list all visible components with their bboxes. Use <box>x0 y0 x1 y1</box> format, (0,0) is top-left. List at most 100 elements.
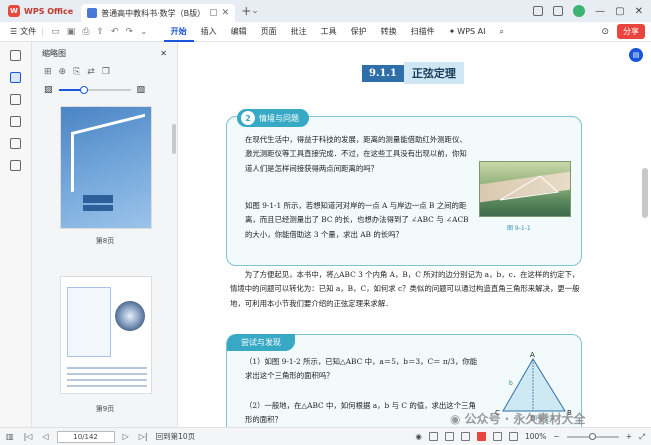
layers-icon[interactable] <box>10 160 21 171</box>
tab-convert[interactable]: 转换 <box>374 22 404 42</box>
document-tab-title: 普通高中教科书·数学（B版） <box>101 8 206 18</box>
app-name: WPS Office <box>24 6 74 16</box>
thumb-menu-icon[interactable]: ⊞ <box>44 67 52 77</box>
thumbnail-zoom-handle[interactable] <box>79 86 88 94</box>
tab-protect[interactable]: 保护 <box>344 22 374 42</box>
tab-wps-ai[interactable]: ✦ WPS AI <box>442 22 493 42</box>
extract-page-icon[interactable]: ⎘ <box>73 67 80 77</box>
section-title: 正弦定理 <box>403 62 464 84</box>
export-icon[interactable]: ⇪ <box>96 27 104 37</box>
tab-edit[interactable]: 编辑 <box>224 22 254 42</box>
open-folder-icon[interactable]: ▭ <box>51 27 60 37</box>
tab-page[interactable]: 页面 <box>254 22 284 42</box>
play-icon[interactable] <box>476 432 486 441</box>
side-b-label: b <box>509 380 513 387</box>
page-number-input[interactable]: 10/142 <box>56 430 115 443</box>
box-heading-text: 情境与问题 <box>259 113 299 123</box>
window-layout-icon[interactable] <box>533 6 544 16</box>
next-page-icon[interactable]: ▷ <box>121 432 131 441</box>
first-page-icon[interactable]: |◁ <box>22 432 35 441</box>
continuous-icon[interactable] <box>460 432 470 441</box>
thumbnail-toolbar: ⊞ ⊕ ⎘ ⇄ ❐ <box>32 65 177 79</box>
redo-icon[interactable]: ↷ <box>126 27 134 37</box>
minimize-icon[interactable]: — <box>595 6 605 17</box>
fullscreen-icon[interactable]: ⤢ <box>639 432 645 442</box>
hamburger-icon: ☰ <box>10 27 18 36</box>
wechat-icon: ◉ <box>450 411 461 426</box>
tab-scan[interactable]: 扫描件 <box>404 22 442 42</box>
file-menu-button[interactable]: ☰ 文件 <box>4 26 42 37</box>
document-scrollbar[interactable] <box>642 48 648 418</box>
tab-tools[interactable]: 工具 <box>314 22 344 42</box>
situation-paragraph-1: 在现代生活中，得益于科技的发展，距离的测量能借助红外测距仪、激光测距仪等工具直接… <box>245 135 467 173</box>
ai-sparkle-icon: ✦ <box>448 26 456 36</box>
thumb-large-image-icon: ▧ <box>136 85 146 95</box>
zoom-out-icon[interactable]: − <box>553 432 559 441</box>
tag-icon[interactable] <box>10 116 21 127</box>
floating-assistant-icon[interactable]: ▤ <box>629 48 643 62</box>
new-tab-button[interactable]: + <box>241 4 251 18</box>
close-panel-icon[interactable]: ✕ <box>160 49 167 58</box>
ribbon-tabs: 开始 插入 编辑 页面 批注 工具 保护 转换 扫描件 ✦ WPS AI ⌕ <box>163 22 511 42</box>
thumb-image-icon: ▨ <box>44 85 53 95</box>
save-icon[interactable]: ▣ <box>67 27 76 37</box>
fit-width-icon[interactable] <box>492 432 502 441</box>
comment-icon[interactable] <box>10 94 21 105</box>
share-button[interactable]: 分享 <box>617 24 645 39</box>
thumbnail-zoom-slider[interactable] <box>58 86 131 94</box>
eye-protect-icon[interactable] <box>508 432 518 441</box>
tab-close-icon[interactable]: ✕ <box>222 8 230 18</box>
app-home-tab[interactable]: W WPS Office <box>0 0 82 22</box>
bookmark-icon[interactable] <box>10 50 21 61</box>
search-icon[interactable]: ⌕ <box>492 22 510 42</box>
toggle-sidebar-icon[interactable]: ▥ <box>4 432 16 441</box>
watermark-text: 公众号 · 永久素材大全 <box>464 412 586 426</box>
single-page-icon[interactable] <box>428 432 438 441</box>
zoom-slider[interactable] <box>566 432 619 440</box>
maximize-icon[interactable]: ▢ <box>615 6 624 17</box>
view-mode-icon[interactable]: ◉ <box>415 432 422 441</box>
close-window-icon[interactable]: ✕ <box>635 6 643 17</box>
thumbnail-icon[interactable] <box>10 72 21 83</box>
box-number-badge: 2 <box>241 111 255 125</box>
double-page-icon[interactable] <box>444 432 454 441</box>
replace-page-icon[interactable]: ⇄ <box>87 67 95 77</box>
page-thumbnail-8[interactable] <box>60 106 152 229</box>
sync-icon[interactable]: ⊙ <box>601 27 609 37</box>
grid-apps-icon[interactable] <box>553 6 564 16</box>
pdf-doc-icon <box>87 8 98 18</box>
document-scroll-thumb[interactable] <box>642 168 648 218</box>
print-icon[interactable]: ⎙ <box>82 27 89 37</box>
document-view: 9.1.1 正弦定理 2 情境与问题 在现代生活中，得益于科技的发展，距离的测量… <box>178 42 651 427</box>
undo-icon[interactable]: ↶ <box>111 27 119 37</box>
page-thumbnail-label: 第8页 <box>95 237 115 245</box>
book-cover-image <box>61 107 151 228</box>
insert-page-icon[interactable]: ⊕ <box>59 67 67 77</box>
page-thumbnail-9[interactable] <box>60 276 152 394</box>
signature-icon[interactable] <box>10 138 21 149</box>
zoom-in-icon[interactable]: + <box>626 432 632 441</box>
figure-caption: 图 9-1-1 <box>507 225 531 232</box>
main-paragraph: 为了方便起见，本书中，将△ABC 3 个内角 A，B，C 所对的边分别记为 a，… <box>230 270 580 308</box>
copy-page-icon[interactable]: ❐ <box>102 67 110 77</box>
situation-paragraph-2: 如图 9-1-1 所示，若想知道河对岸的一点 A 与岸边一点 B 之间的距离，而… <box>245 201 469 239</box>
tab-insert[interactable]: 插入 <box>194 22 224 42</box>
tab-window-icon[interactable]: ▢ <box>209 8 218 18</box>
zoom-level[interactable]: 100% <box>525 432 546 441</box>
document-tab[interactable]: 普通高中教科书·数学（B版） ▢ ✕ <box>81 4 236 22</box>
goto-page-label[interactable]: 回到第10页 <box>156 431 196 442</box>
hurricane-photo <box>115 301 145 331</box>
page-thumbnail-label: 第9页 <box>95 405 115 413</box>
tab-list-chevron-icon[interactable]: ⌄ <box>251 6 259 16</box>
menu-bar: ☰ 文件 ▭ ▣ ⎙ ⇪ ↶ ↷ ⌄ 开始 插入 编辑 页面 批注 工具 保护 … <box>0 22 651 42</box>
tab-home[interactable]: 开始 <box>163 22 194 42</box>
last-page-icon[interactable]: ▷| <box>137 432 150 441</box>
prev-page-icon[interactable]: ◁ <box>40 432 50 441</box>
watermark: ◉ 公众号 · 永久素材大全 <box>450 410 585 427</box>
title-bar: W WPS Office 普通高中教科书·数学（B版） ▢ ✕ + ⌄ — ▢ … <box>0 0 651 22</box>
more-chevron-icon[interactable]: ⌄ <box>140 27 148 37</box>
tab-annotate[interactable]: 批注 <box>284 22 314 42</box>
zoom-slider-handle[interactable] <box>588 432 596 440</box>
thumbnail-scrollbar[interactable] <box>172 124 176 154</box>
user-avatar[interactable] <box>573 5 586 17</box>
